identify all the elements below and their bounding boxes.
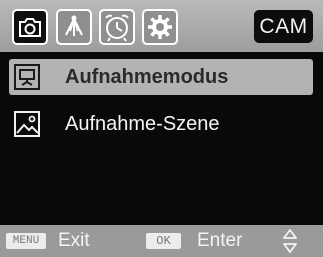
gear-icon [142,9,178,45]
landscape-icon [14,111,40,137]
enter-label: Enter [197,230,243,251]
tab-timer[interactable] [98,8,136,46]
camera-icon [12,9,48,45]
ok-key-badge[interactable]: OK [146,233,181,249]
menu-item-label: Aufnahme-Szene [65,113,220,135]
tab-settings[interactable] [141,8,179,46]
up-down-icon [283,229,297,253]
menu-key-badge[interactable]: MENU [6,233,46,249]
footer-bar: MENU Exit OK Enter [0,225,323,257]
tab-bar: CAM [0,0,323,52]
projector-icon [14,64,40,90]
menu-item-recording-mode[interactable]: Aufnahmemodus [9,59,313,95]
menu-item-recording-scene[interactable]: Aufnahme-Szene [9,106,313,142]
exit-label: Exit [58,230,90,251]
alarm-clock-icon [99,9,135,45]
mode-badge: CAM [254,10,313,43]
tab-camera[interactable] [11,8,49,46]
antenna-icon [56,9,92,45]
menu-item-label: Aufnahmemodus [65,66,229,88]
camera-settings-screen: CAM Aufnahmemodus Aufnahme-Szene MENU Ex… [0,0,323,257]
tab-network[interactable] [55,8,93,46]
